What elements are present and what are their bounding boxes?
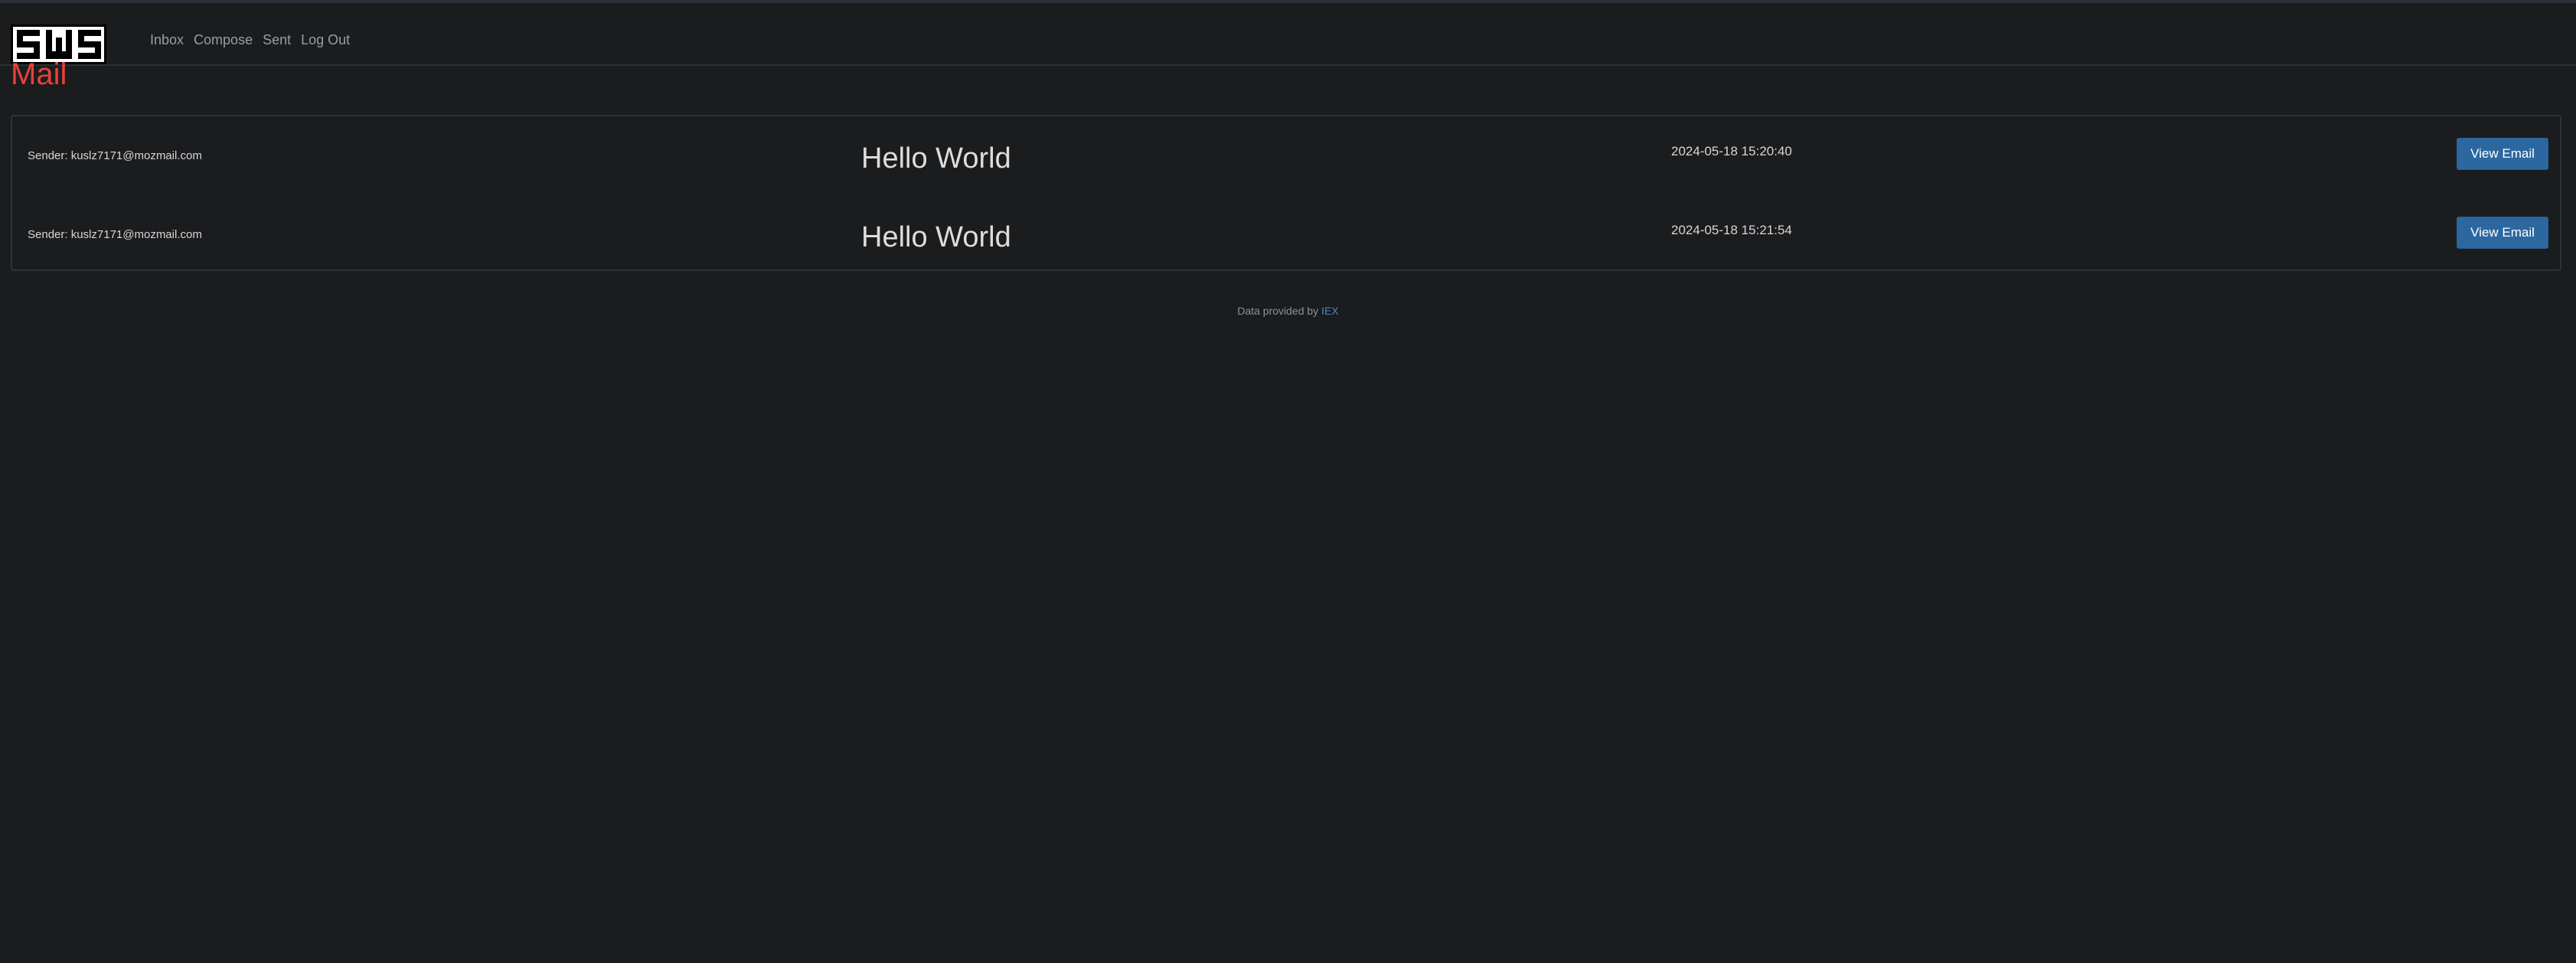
view-email-button[interactable]: View Email [2457, 217, 2548, 249]
nav-compose[interactable]: Compose [194, 30, 253, 50]
page-title: Mail [11, 57, 67, 91]
email-sender: Sender: kuslz7171@mozmail.com [28, 149, 202, 162]
footer: Data provided by IEX [0, 303, 2576, 318]
iex-link[interactable]: IEX [1321, 305, 1339, 317]
nav-links: Inbox Compose Sent Log Out [150, 30, 360, 50]
email-row: Sender: kuslz7171@mozmail.com Hello Worl… [12, 195, 2560, 273]
email-subject: Hello World [861, 221, 1011, 253]
view-email-button[interactable]: View Email [2457, 138, 2548, 170]
nav-log-out[interactable]: Log Out [301, 30, 350, 50]
footer-text: Data provided by [1237, 305, 1322, 317]
nav-inbox[interactable]: Inbox [150, 30, 184, 50]
email-subject: Hello World [861, 142, 1011, 175]
email-timestamp: 2024-05-18 15:21:54 [1671, 223, 1792, 237]
email-row: Sender: kuslz7171@mozmail.com Hello Worl… [12, 116, 2560, 194]
nav-sent[interactable]: Sent [263, 30, 291, 50]
navbar: Inbox Compose Sent Log Out [0, 3, 2576, 66]
email-timestamp: 2024-05-18 15:20:40 [1671, 144, 1792, 158]
email-sender: Sender: kuslz7171@mozmail.com [28, 228, 202, 241]
email-list: Sender: kuslz7171@mozmail.com Hello Worl… [11, 115, 2561, 271]
